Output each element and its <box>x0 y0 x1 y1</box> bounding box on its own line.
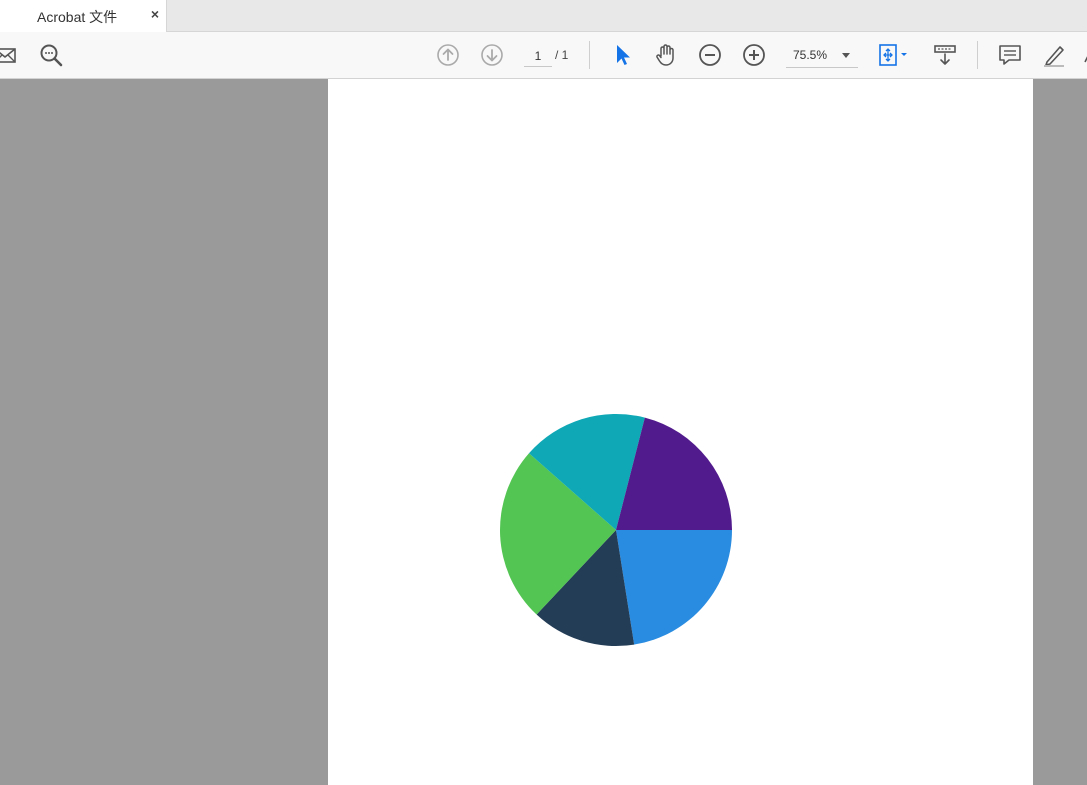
zoom-out-icon[interactable] <box>697 42 723 68</box>
page-down-icon[interactable] <box>479 42 505 68</box>
pdf-page <box>328 79 1033 785</box>
page-total: / 1 <box>555 48 569 62</box>
document-viewport[interactable] <box>0 79 1087 785</box>
pie-slice-1 <box>616 530 732 645</box>
tab-title: Acrobat 文件 <box>37 9 118 25</box>
tab-bar: Acrobat 文件 × <box>0 0 1087 32</box>
page-number-input[interactable] <box>524 45 552 67</box>
page-up-icon[interactable] <box>435 42 461 68</box>
pie-chart <box>500 413 732 646</box>
chevron-down-icon <box>842 53 850 58</box>
fit-page-icon[interactable] <box>877 42 913 68</box>
select-pointer-icon[interactable] <box>610 42 636 68</box>
document-tab[interactable]: Acrobat 文件 × <box>0 0 167 32</box>
toolbar-divider <box>589 41 590 69</box>
toolbar: / 1 75.5% <box>0 32 1087 79</box>
search-icon[interactable] <box>38 42 64 68</box>
hand-icon[interactable] <box>653 42 679 68</box>
more-tools-icon[interactable] <box>1080 42 1087 68</box>
scroll-mode-icon[interactable] <box>932 42 958 68</box>
toolbar-divider <box>977 41 978 69</box>
highlight-pen-icon[interactable] <box>1041 42 1067 68</box>
zoom-in-icon[interactable] <box>741 42 767 68</box>
zoom-dropdown[interactable]: 75.5% <box>786 45 858 68</box>
mail-icon[interactable] <box>0 42 18 68</box>
comment-icon[interactable] <box>997 42 1023 68</box>
close-icon[interactable]: × <box>148 6 162 22</box>
zoom-value: 75.5% <box>793 48 828 62</box>
